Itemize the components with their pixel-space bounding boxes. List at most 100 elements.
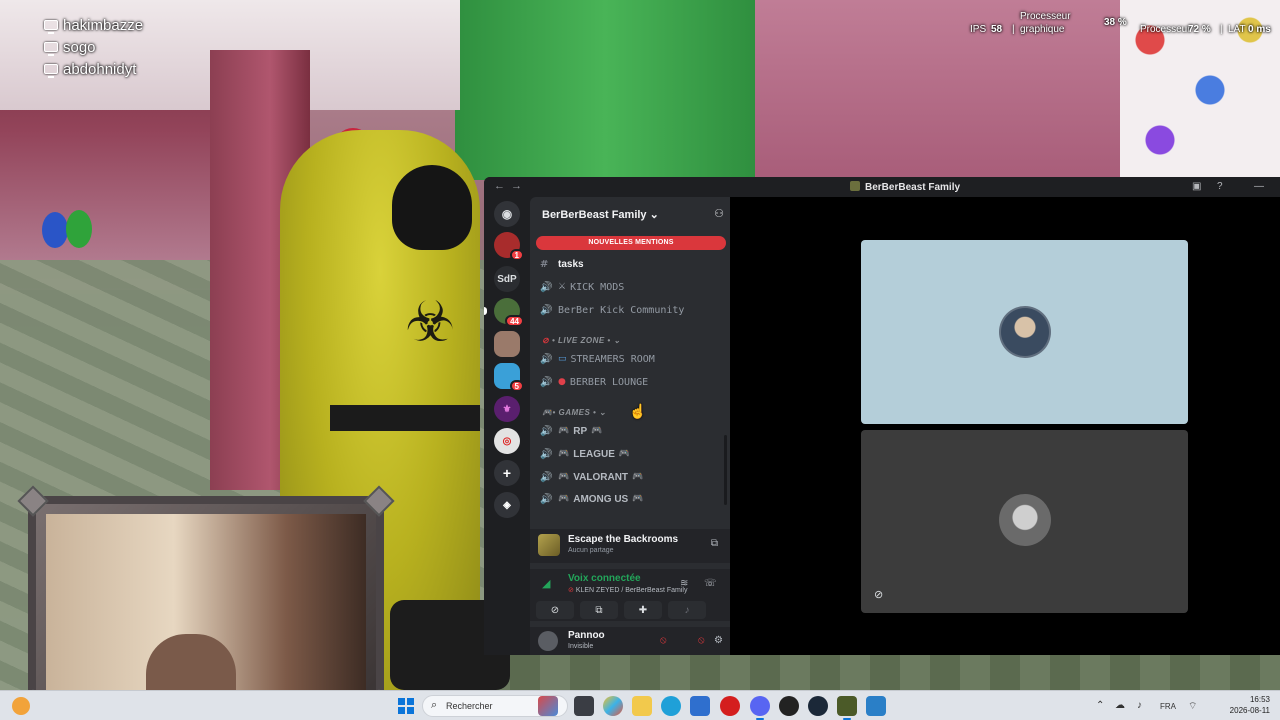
server-icon[interactable]: ◎ <box>494 428 520 454</box>
gamepad-icon: 🎮 <box>542 408 553 417</box>
channel-streamers-room[interactable]: 🔊 ▭ STREAMERS ROOM <box>540 349 655 369</box>
server-icon[interactable]: 1 <box>494 232 524 261</box>
green-wall <box>455 0 755 180</box>
file-explorer-icon[interactable] <box>632 696 652 716</box>
category-label: • GAMES • <box>552 408 597 417</box>
channel-among-us[interactable]: 🔊 🎮 AMONG US 🎮 <box>540 489 647 509</box>
participant-tile[interactable] <box>861 240 1188 424</box>
mic-muted-icon[interactable]: ⦸ <box>660 635 667 646</box>
camera-off-button[interactable]: ⊘ <box>536 601 574 619</box>
channel-label: BerBer Kick Community <box>558 304 685 316</box>
category-games[interactable]: 🎮• GAMES • ⌄ <box>542 408 606 417</box>
share-screen-icon[interactable]: ⧉ <box>711 538 718 549</box>
user-status: Invisible <box>568 643 594 650</box>
inbox-icon[interactable]: ▣ <box>1192 181 1201 192</box>
invite-icon[interactable]: ⚇ <box>714 207 724 220</box>
webcam-frame <box>17 485 395 720</box>
hash-icon: # <box>540 258 549 270</box>
window-title-text: BerBerBeast Family <box>865 182 961 193</box>
weather-icon[interactable] <box>12 697 30 715</box>
opera-icon[interactable] <box>720 696 740 716</box>
channel-berber-lounge[interactable]: 🔊 ● BERBER LOUNGE <box>540 372 648 392</box>
server-header[interactable]: BerBerBeast Family ⌄ ⚇ <box>530 197 730 231</box>
activities-button[interactable]: ✚ <box>624 601 662 619</box>
channel-community[interactable]: 🔊 BerBer Kick Community <box>540 300 684 320</box>
gamepad-icon: 🎮 <box>632 494 644 504</box>
noise-suppression-icon[interactable]: ≋ <box>680 578 688 589</box>
monitor-icon <box>44 20 58 34</box>
help-icon[interactable]: ? <box>1217 181 1223 192</box>
avatar[interactable] <box>538 631 558 651</box>
game-taskbar-icon[interactable] <box>837 696 857 720</box>
ips-value: 58 <box>991 24 1003 35</box>
gamepad-icon: 🎮 <box>591 426 603 436</box>
new-mentions-banner[interactable]: NOUVELLES MENTIONS <box>536 236 726 250</box>
app-icon[interactable] <box>866 696 886 716</box>
voice-actions: ⊘ ⧉ ✚ ♪ <box>530 599 730 621</box>
gpu-label-2: graphique <box>1020 24 1065 35</box>
video-off-icon[interactable]: ⊘ <box>874 588 883 601</box>
deafened-icon[interactable]: ⦸ <box>698 635 705 646</box>
server-icon[interactable] <box>494 331 520 357</box>
category-live-zone[interactable]: ⊘ • LIVE ZONE • ⌄ <box>542 336 621 345</box>
language-indicator[interactable]: FRA <box>1160 702 1176 711</box>
server-icon[interactable]: 5 <box>494 363 524 392</box>
game-icon <box>538 534 560 556</box>
edge-icon[interactable] <box>661 696 681 716</box>
copilot-icon[interactable] <box>603 696 623 716</box>
floor-strip <box>480 650 1280 690</box>
unread-indicator <box>484 307 487 315</box>
viewer-name: hakimbazze <box>63 16 144 34</box>
discord-home-icon[interactable]: ◉ <box>494 201 520 227</box>
gas-mask <box>392 165 472 250</box>
server-icon-sdp[interactable]: SdP <box>494 266 520 292</box>
soundboard-button[interactable]: ♪ <box>668 601 706 619</box>
speaker-icon: 🔊 <box>540 304 553 316</box>
speaker-icon: 🔊 <box>540 493 553 505</box>
minimize-icon[interactable]: — <box>1254 181 1264 192</box>
disconnect-icon[interactable]: ☏ <box>704 578 717 589</box>
monitor-icon <box>44 42 58 56</box>
channel-rp[interactable]: 🔊 🎮 RP 🎮 <box>540 421 606 441</box>
mic-icon[interactable]: ♪ <box>1137 700 1142 711</box>
gpu-label-1: Processeur <box>1020 11 1071 22</box>
channel-kick-mods[interactable]: 🔊 ⚔ KICK MODS <box>540 277 624 297</box>
server-icon[interactable]: ⚜ <box>494 396 520 422</box>
wifi-icon[interactable]: ⌔ <box>1188 700 1197 713</box>
channel-tasks[interactable]: # tasks <box>540 254 584 274</box>
screen-share-button[interactable]: ⧉ <box>580 601 618 619</box>
monitor-icon <box>44 64 58 78</box>
chevron-up-icon[interactable]: ⌃ <box>1096 700 1104 711</box>
biohazard-icon: ☣ <box>405 290 456 355</box>
add-server-icon[interactable]: + <box>494 460 520 486</box>
nav-arrows[interactable]: ←→ <box>494 180 528 192</box>
taskbar-app-icon[interactable] <box>538 696 558 716</box>
channel-league[interactable]: 🔊 🎮 LEAGUE 🎮 <box>540 444 634 464</box>
obs-icon[interactable] <box>779 696 799 716</box>
task-view-icon[interactable] <box>574 696 594 716</box>
steam-icon[interactable] <box>808 696 828 716</box>
channel-sidebar: BerBerBeast Family ⌄ ⚇ NOUVELLES MENTION… <box>530 197 730 655</box>
voice-stage: ⊘ <box>730 197 1280 655</box>
chevron-down-icon: ⌄ <box>599 408 607 417</box>
channel-valorant[interactable]: 🔊 🎮 VALORANT 🎮 <box>540 467 647 487</box>
gear-icon[interactable]: ⚙ <box>714 635 723 646</box>
participant-avatar <box>999 306 1051 358</box>
channel-label: KICK MODS <box>570 281 625 293</box>
voice-status[interactable]: Voix connectée <box>568 573 641 584</box>
clock[interactable]: 16:53 2026-08-11 <box>1210 694 1270 716</box>
discover-icon[interactable]: ◈ <box>494 492 520 518</box>
viewer-item: sogo <box>44 36 143 58</box>
discord-taskbar-icon[interactable] <box>750 696 770 720</box>
username[interactable]: Pannoo <box>568 630 605 641</box>
viewer-name: sogo <box>63 38 96 56</box>
channel-label: tasks <box>558 258 584 270</box>
channel-scrollbar[interactable] <box>724 435 727 505</box>
gamepad-icon: 🎮 <box>558 449 570 459</box>
participant-tile[interactable]: ⊘ <box>861 430 1188 613</box>
server-icon[interactable]: 44 <box>494 298 524 327</box>
start-button[interactable] <box>398 698 414 714</box>
separator: | <box>1220 24 1223 35</box>
onedrive-icon[interactable]: ☁ <box>1115 700 1125 711</box>
outlook-icon[interactable] <box>690 696 710 716</box>
